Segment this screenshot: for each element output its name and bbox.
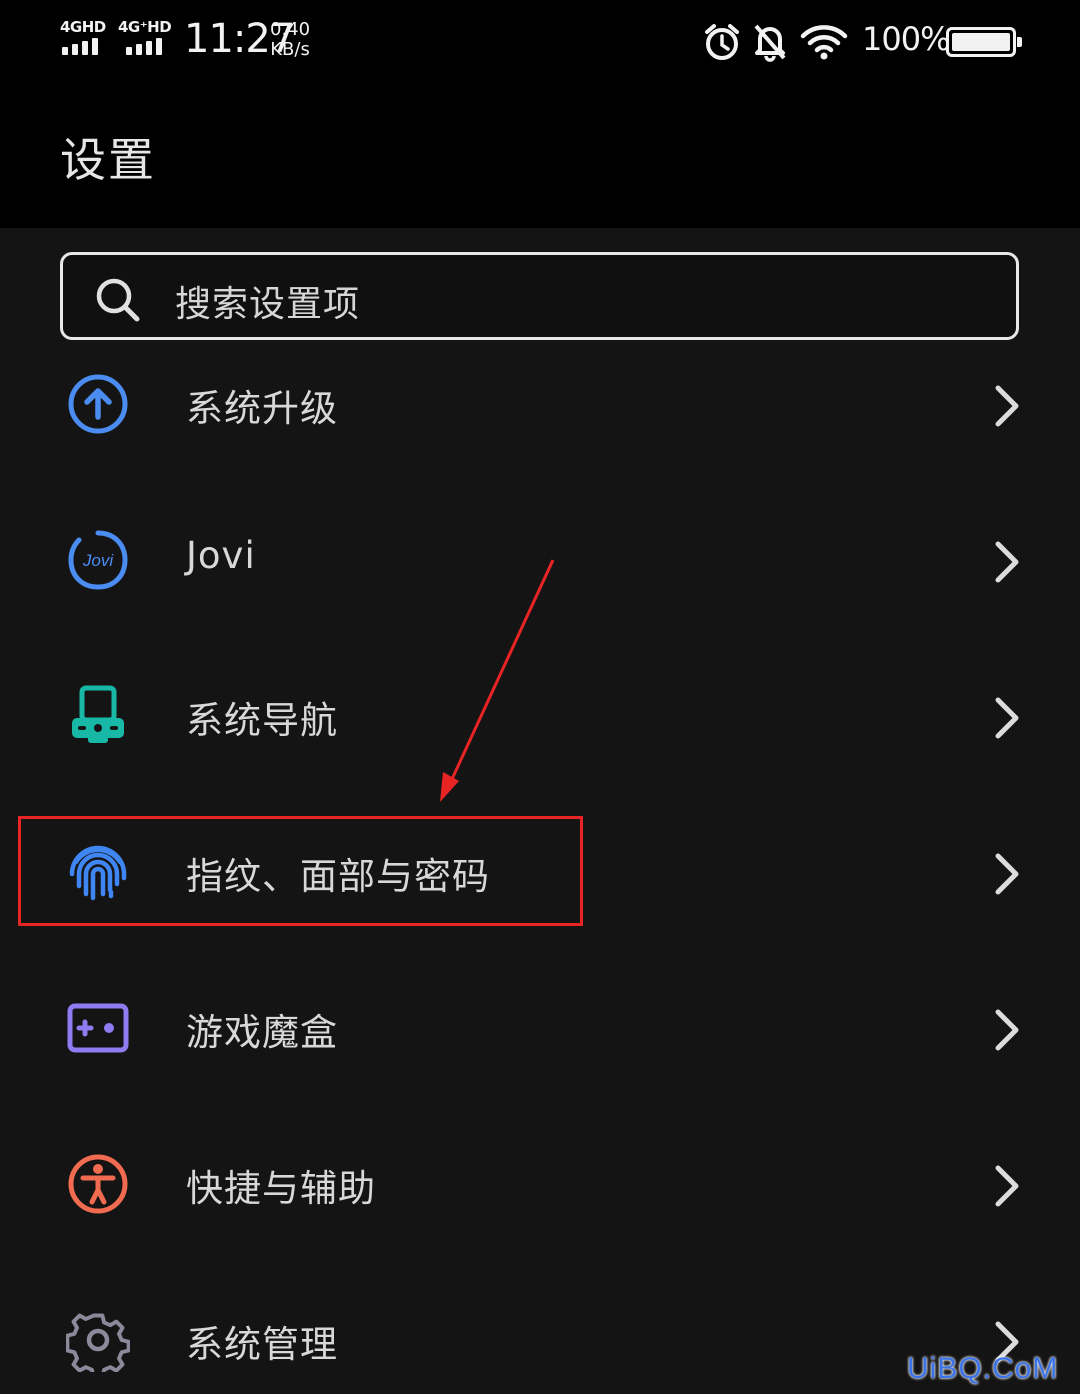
watermark-text: UiBQ.CoM	[907, 1352, 1059, 1385]
annotation-arrow	[440, 559, 555, 802]
settings-screen: 4GHD 4G⁺HD 11:27 0.40 KB/s 100% 设置 搜索设置项…	[0, 0, 1080, 1394]
